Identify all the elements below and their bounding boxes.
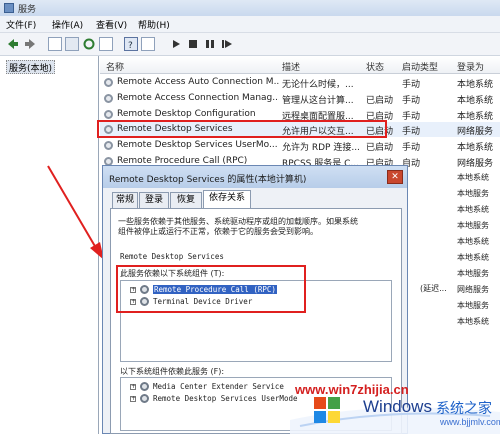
col-name[interactable]: 名称 [106, 60, 124, 73]
service-logon: 本地系统 [457, 112, 494, 122]
menu-file[interactable]: 文件(F) [6, 18, 36, 31]
logon-cell: 本地服务 [457, 269, 489, 278]
logon-cell: 网络服务 [457, 285, 489, 294]
pause-icon[interactable] [203, 37, 217, 51]
restart-icon[interactable] [220, 37, 234, 51]
logon-cell: 本地系统 [457, 317, 489, 326]
tree-item-label: 服务(本地) [9, 64, 53, 74]
col-status[interactable]: 状态 [366, 60, 384, 73]
svg-text:?: ? [128, 41, 133, 50]
properties-grid-icon[interactable] [65, 37, 79, 51]
dependent-item[interactable]: Media Center Extender Service [153, 382, 284, 391]
service-logon: 本地系统 [457, 143, 494, 153]
dialog-title: Remote Desktop Services 的属性(本地计算机) [109, 175, 307, 185]
logon-cell: 本地系统 [457, 237, 489, 246]
service-node-icon [140, 382, 149, 391]
stop-icon[interactable] [186, 37, 200, 51]
tab-general[interactable]: 常规 [112, 192, 138, 208]
service-status: 已启动 [366, 143, 394, 153]
expand-icon[interactable]: + [130, 396, 136, 402]
watermark-windows-text: Windows [363, 397, 432, 416]
dialog-title-bar: Remote Desktop Services 的属性(本地计算机) ✕ [103, 166, 407, 188]
table-row[interactable]: Remote Desktop Services UserMo... 允许为 RD… [100, 138, 500, 153]
dependent-item[interactable]: Remote Desktop Services UserMode [153, 394, 298, 403]
logon-cell: 本地服务 [457, 189, 489, 198]
service-logon: 网络服务 [457, 127, 494, 137]
service-desc: 管理从这台计算... [282, 96, 354, 106]
logon-cell: 本地系统 [457, 253, 489, 262]
refresh-icon[interactable] [82, 37, 96, 51]
menu-help[interactable]: 帮助(H) [138, 18, 170, 31]
service-gear-icon [104, 141, 113, 150]
service-logon: 本地系统 [457, 96, 494, 106]
col-logon-as[interactable]: 登录为 [457, 60, 484, 73]
service-display-name: Remote Desktop Services [120, 252, 224, 261]
start-icon[interactable] [169, 37, 183, 51]
window-title: 服务 [18, 5, 37, 15]
service-startup: 手动 [402, 143, 421, 153]
windows-logo-icon [314, 397, 340, 423]
service-name: Remote Access Connection Manag... [117, 93, 279, 103]
service-gear-icon [104, 78, 113, 87]
table-row[interactable]: Remote Access Connection Manag... 管理从这台计… [100, 91, 500, 106]
console-tree-icon[interactable] [48, 37, 62, 51]
tab-recovery[interactable]: 恢复 [170, 192, 202, 208]
service-status: 已启动 [366, 96, 394, 106]
view-icon[interactable] [141, 37, 155, 51]
menu-action[interactable]: 操作(A) [52, 18, 83, 31]
highlight-box-row [97, 120, 387, 138]
table-row[interactable]: Remote Access Auto Connection M... 无论什么时… [100, 75, 500, 90]
service-logon: 网络服务 [457, 159, 494, 169]
service-gear-icon [104, 110, 113, 119]
service-startup: 手动 [402, 80, 421, 90]
window-title-bar: 服务 [0, 0, 500, 16]
service-logon: 本地系统 [457, 80, 494, 90]
logon-cell: 本地服务 [457, 301, 489, 310]
tree-item-services-local[interactable]: 服务(本地) [6, 60, 56, 74]
service-desc: 无论什么时候，... [282, 80, 354, 90]
service-name: Remote Desktop Configuration [117, 109, 256, 119]
menu-bar: 文件(F) 操作(A) 查看(V) 帮助(H) [0, 16, 500, 33]
service-name: Remote Desktop Services UserMo... [117, 140, 278, 150]
logon-column-overflow: 本地系统 本地服务 本地系统 本地服务 本地系统 本地系统 本地服务 网络服务 … [457, 170, 500, 370]
back-icon[interactable] [6, 37, 20, 51]
service-name: Remote Access Auto Connection M... [117, 77, 279, 87]
services-list-header: 名称 描述 状态 启动类型 登录为 [100, 57, 500, 74]
watermark-site: www.bjjmlv.com [440, 417, 500, 427]
menu-view[interactable]: 查看(V) [96, 18, 127, 31]
service-startup: 手动 [402, 96, 421, 106]
logon-cell: 本地系统 [457, 205, 489, 214]
service-node-icon [140, 394, 149, 403]
toolbar: ? [0, 33, 500, 56]
logon-cell: 本地服务 [457, 221, 489, 230]
dependencies-description-2: 组件被停止或运行不正常，依赖于它的服务会受到影响。 [118, 227, 318, 236]
tab-logon[interactable]: 登录 [139, 192, 169, 208]
service-startup: 手动 [402, 112, 421, 122]
help-icon[interactable]: ? [124, 37, 138, 51]
col-description[interactable]: 描述 [282, 60, 300, 73]
service-desc: 允许为 RDP 连接... [282, 143, 360, 153]
service-gear-icon [104, 94, 113, 103]
dependents-label: 以下系统组件依赖此服务 (F): [120, 367, 225, 376]
expand-icon[interactable]: + [130, 384, 136, 390]
close-icon[interactable]: ✕ [387, 170, 403, 184]
export-list-icon[interactable] [99, 37, 113, 51]
forward-icon[interactable] [23, 37, 37, 51]
services-app-icon [4, 3, 14, 13]
tab-dependencies[interactable]: 依存关系 [203, 190, 251, 209]
col-startup-type[interactable]: 启动类型 [402, 60, 438, 73]
service-startup: 手动 [402, 127, 421, 137]
highlight-box-dependencies [116, 265, 306, 313]
logon-cell: 本地系统 [457, 173, 489, 182]
startup-delay-cell: (延迟... [420, 284, 447, 293]
watermark-brand-text: 系统之家 [436, 400, 492, 416]
